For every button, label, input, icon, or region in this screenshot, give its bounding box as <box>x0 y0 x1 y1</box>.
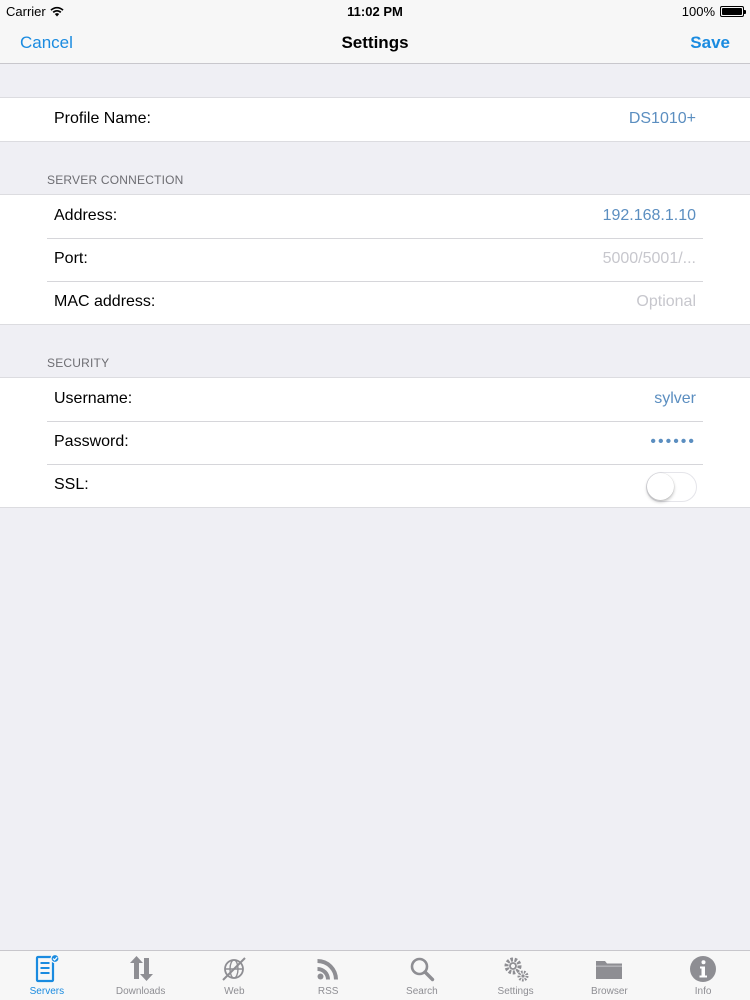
page-title: Settings <box>341 33 409 52</box>
tab-label: Downloads <box>115 986 166 997</box>
ssl-toggle[interactable] <box>646 472 697 502</box>
server-connection-group: Address: 192.168.1.10 Port: 5000/5001/..… <box>0 194 750 325</box>
info-icon <box>690 956 717 982</box>
password-row[interactable]: Password: •••••• <box>0 421 750 464</box>
profile-name-label: Profile Name: <box>54 110 151 127</box>
status-right: 100% <box>681 4 746 19</box>
tab-label: Web <box>224 986 245 997</box>
tab-rss[interactable]: RSS <box>281 951 375 1000</box>
profile-group: Profile Name: DS1010+ <box>0 97 750 142</box>
status-time: 11:02 PM <box>347 4 403 19</box>
tab-label: RSS <box>317 986 339 997</box>
tab-label: Browser <box>591 986 628 997</box>
status-bar: Carrier 11:02 PM 100% <box>0 0 750 22</box>
cancel-button[interactable]: Cancel <box>20 33 73 53</box>
tab-browser[interactable]: Browser <box>563 951 657 1000</box>
address-label: Address: <box>54 207 118 224</box>
username-field[interactable]: sylver <box>654 390 696 408</box>
downloads-icon <box>129 956 153 981</box>
username-row[interactable]: Username: sylver <box>0 378 750 421</box>
folder-icon <box>596 961 623 979</box>
mac-address-row[interactable]: MAC address: Optional <box>0 281 750 324</box>
security-group: Username: sylver Password: •••••• SSL: <box>0 377 750 508</box>
nav-bar: Cancel Settings Save <box>0 22 750 64</box>
settings-icon <box>504 957 529 982</box>
password-field[interactable]: •••••• <box>650 433 696 451</box>
server-connection-header: SERVER CONNECTION <box>47 173 184 187</box>
tab-label: Servers <box>29 986 65 997</box>
app-root: Carrier 11:02 PM 100% Cancel Settings Sa… <box>0 0 750 1000</box>
port-field[interactable]: 5000/5001/... <box>603 250 696 268</box>
rss-icon <box>317 959 339 980</box>
port-label: Port: <box>54 250 88 267</box>
tab-servers[interactable]: Servers <box>0 951 94 1000</box>
tab-bar: Servers Downloads Web RSS Search Setting… <box>0 950 750 1000</box>
save-button[interactable]: Save <box>690 33 730 53</box>
tab-search[interactable]: Search <box>375 951 469 1000</box>
profile-name-field[interactable]: DS1010+ <box>629 110 696 128</box>
tab-settings[interactable]: Settings <box>469 951 563 1000</box>
address-field[interactable]: 192.168.1.10 <box>603 207 696 225</box>
password-label: Password: <box>54 433 129 450</box>
mac-address-label: MAC address: <box>54 293 156 310</box>
web-icon <box>222 957 247 981</box>
address-row[interactable]: Address: 192.168.1.10 <box>0 195 750 238</box>
tab-label: Search <box>406 986 438 997</box>
tab-downloads[interactable]: Downloads <box>94 951 188 1000</box>
tab-web[interactable]: Web <box>188 951 282 1000</box>
tab-label: Settings <box>497 986 534 997</box>
ssl-label: SSL: <box>54 476 89 493</box>
servers-icon <box>35 954 60 983</box>
mac-address-field[interactable]: Optional <box>636 293 696 311</box>
tab-info[interactable]: Info <box>656 951 750 1000</box>
battery-percent: 100% <box>681 4 715 19</box>
security-header: SECURITY <box>47 356 110 370</box>
search-icon <box>410 957 435 982</box>
battery-icon <box>720 6 746 17</box>
tab-label: Info <box>694 986 712 997</box>
username-label: Username: <box>54 390 133 407</box>
profile-name-row[interactable]: Profile Name: DS1010+ <box>0 98 750 141</box>
ssl-toggle-knob <box>647 473 674 500</box>
port-row[interactable]: Port: 5000/5001/... <box>0 238 750 281</box>
ssl-row: SSL: <box>0 464 750 507</box>
